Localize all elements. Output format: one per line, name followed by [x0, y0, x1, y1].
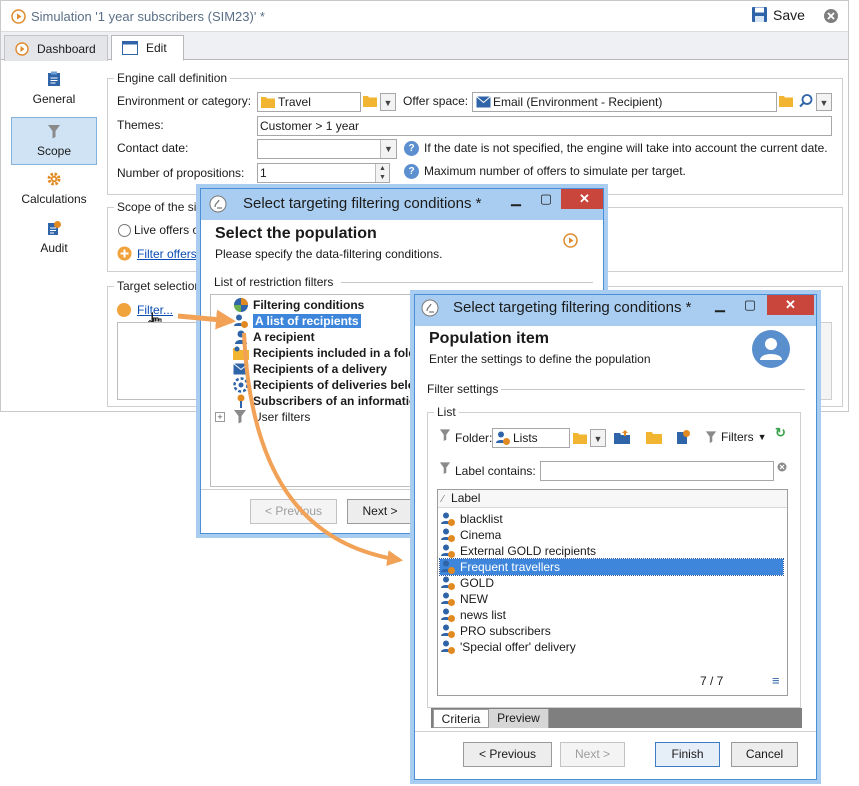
- arrow-list-to-population: [242, 332, 404, 567]
- arrow-filter-to-list: [177, 309, 236, 330]
- annotation-arrows: [177, 309, 404, 567]
